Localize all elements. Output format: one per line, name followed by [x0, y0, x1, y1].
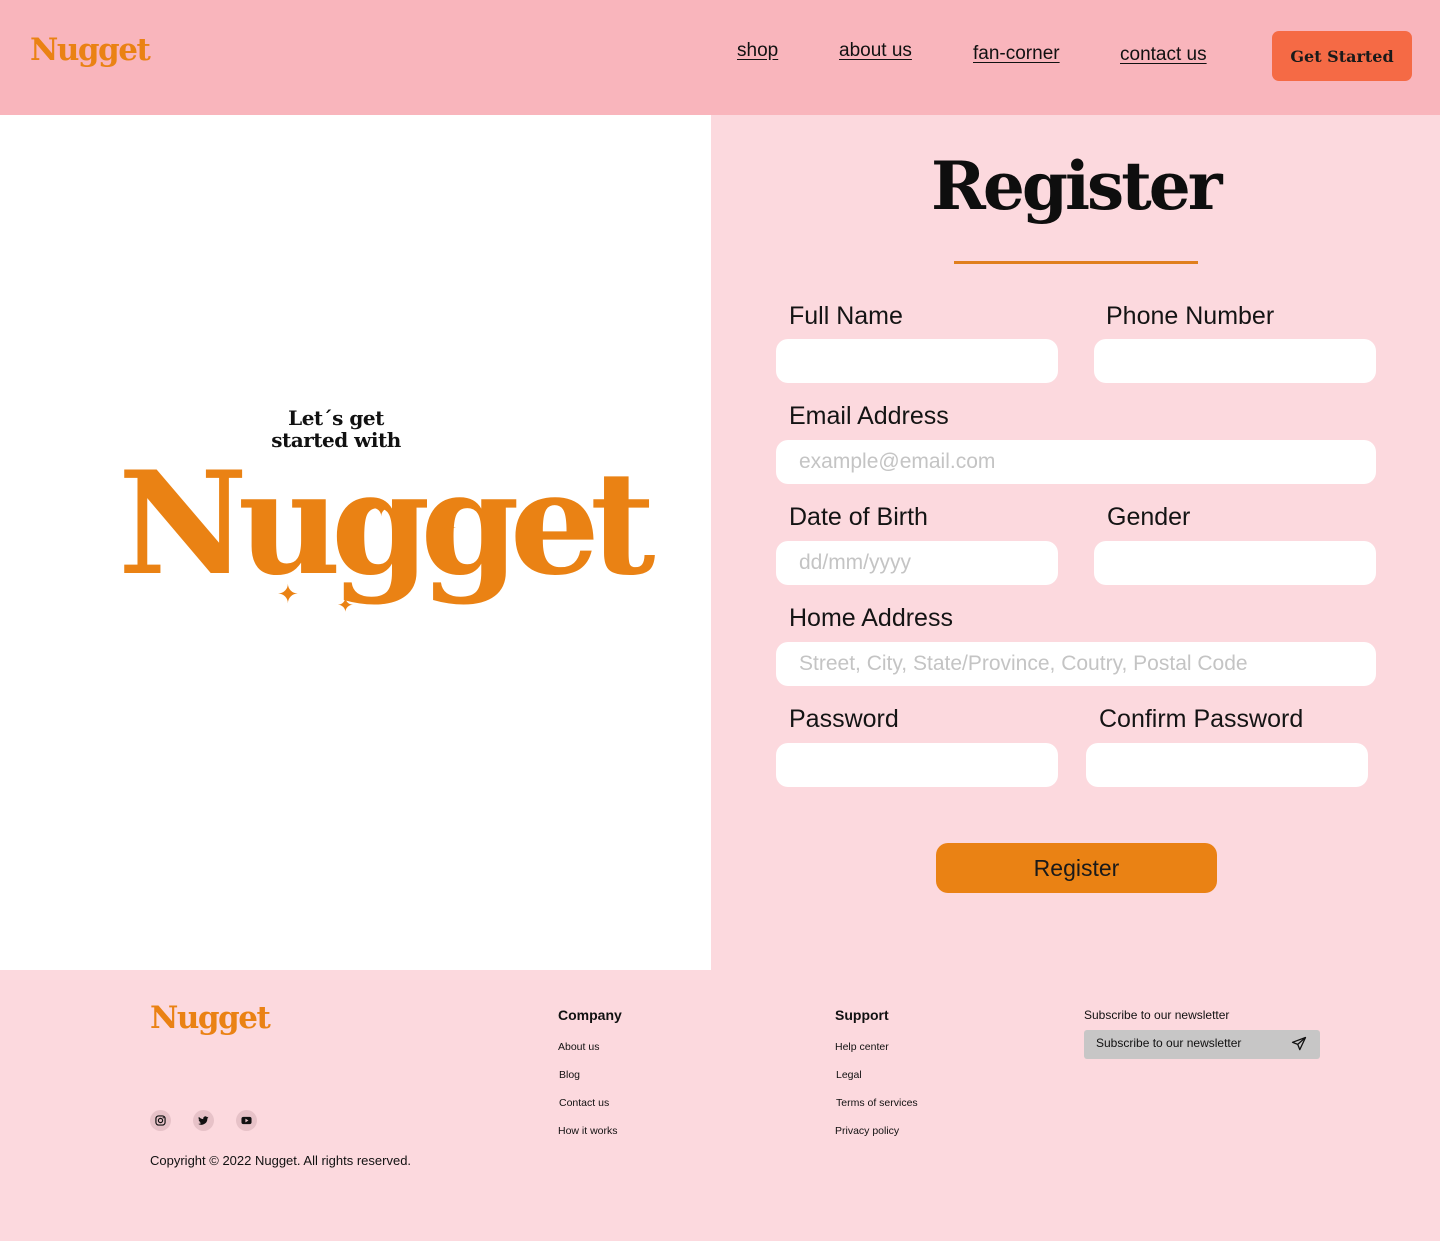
- sparkle-icon: ✦: [277, 580, 299, 610]
- hero-panel: Let´s get started with Nugget ✦ ✦ ✦ ✦: [0, 115, 711, 970]
- brand-logo[interactable]: Nugget: [30, 32, 151, 68]
- footer-link-about-us[interactable]: About us: [558, 1041, 599, 1053]
- hero-logo: Nugget: [118, 441, 656, 607]
- instagram-icon[interactable]: [150, 1110, 171, 1131]
- footer-link-how-it-works[interactable]: How it works: [558, 1125, 618, 1137]
- nav-link-shop[interactable]: shop: [737, 40, 778, 62]
- support-heading: Support: [835, 1007, 889, 1023]
- title-underline: [954, 261, 1198, 264]
- footer-link-help-center[interactable]: Help center: [835, 1041, 889, 1053]
- site-header: Nugget shop about us fan-corner contact …: [0, 0, 1440, 115]
- company-heading: Company: [558, 1007, 622, 1023]
- home-address-field[interactable]: [776, 642, 1376, 686]
- footer-link-blog[interactable]: Blog: [559, 1069, 580, 1081]
- copyright-text: Copyright © 2022 Nugget. All rights rese…: [150, 1153, 412, 1168]
- gender-field[interactable]: [1094, 541, 1376, 585]
- hero-tagline-line1: Let´s get: [288, 406, 384, 430]
- date-of-birth-field[interactable]: [776, 541, 1058, 585]
- home-address-label: Home Address: [789, 604, 953, 632]
- nav-link-about-us[interactable]: about us: [839, 40, 912, 62]
- nav-link-contact-us[interactable]: contact us: [1120, 44, 1207, 66]
- full-name-field[interactable]: [776, 339, 1058, 383]
- sparkle-icon: ✦: [337, 593, 354, 617]
- email-field[interactable]: [776, 440, 1376, 484]
- footer-link-terms[interactable]: Terms of services: [836, 1097, 918, 1109]
- send-icon[interactable]: [1291, 1036, 1309, 1054]
- sparkle-icon: ✦: [440, 516, 457, 540]
- sparkle-icon: ✦: [372, 497, 391, 522]
- newsletter-form: [1084, 1030, 1320, 1059]
- youtube-icon[interactable]: [236, 1110, 257, 1131]
- register-button[interactable]: Register: [936, 843, 1217, 893]
- password-label: Password: [789, 705, 899, 733]
- register-title: Register: [931, 147, 1222, 225]
- phone-number-label: Phone Number: [1106, 302, 1275, 330]
- confirm-password-label: Confirm Password: [1099, 705, 1304, 733]
- footer-link-contact-us[interactable]: Contact us: [559, 1097, 609, 1109]
- gender-label: Gender: [1107, 503, 1191, 531]
- get-started-button[interactable]: Get Started: [1272, 31, 1412, 81]
- confirm-password-field[interactable]: [1086, 743, 1368, 787]
- newsletter-input[interactable]: [1096, 1036, 1276, 1050]
- phone-number-field[interactable]: [1094, 339, 1376, 383]
- footer-link-legal[interactable]: Legal: [836, 1069, 862, 1081]
- date-of-birth-label: Date of Birth: [789, 503, 928, 531]
- nav-link-fan-corner[interactable]: fan-corner: [973, 43, 1060, 65]
- newsletter-heading: Subscribe to our newsletter: [1084, 1008, 1230, 1022]
- footer-link-privacy[interactable]: Privacy policy: [835, 1125, 899, 1137]
- email-address-label: Email Address: [789, 402, 949, 430]
- footer-logo[interactable]: Nugget: [150, 1000, 271, 1036]
- twitter-icon[interactable]: [193, 1110, 214, 1131]
- full-name-label: Full Name: [789, 302, 903, 330]
- site-footer: Nugget Copyright © 2022 Nugget. All righ…: [0, 970, 1440, 1241]
- password-field[interactable]: [776, 743, 1058, 787]
